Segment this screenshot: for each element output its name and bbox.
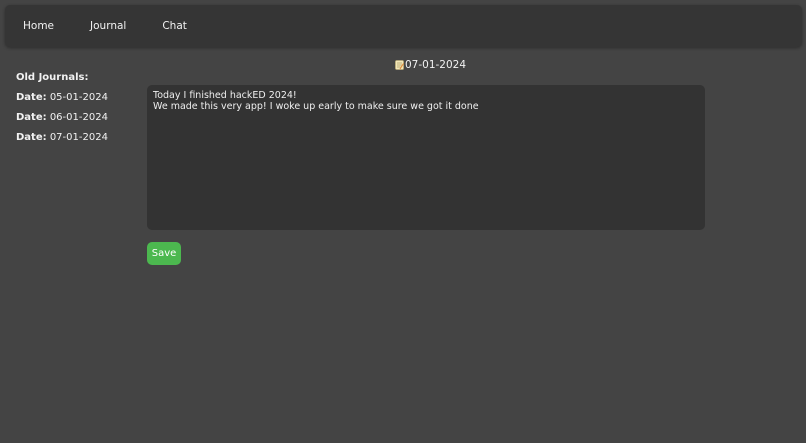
entry-date-value: 05-01-2024 [49, 92, 108, 103]
journal-entry[interactable]: Date: 06-01-2024 [16, 112, 136, 123]
save-button[interactable]: Save [147, 242, 181, 265]
journal-entry[interactable]: Date: 07-01-2024 [16, 132, 136, 143]
entry-date-label: Date: [16, 112, 47, 123]
journal-entry[interactable]: Date: 05-01-2024 [16, 92, 136, 103]
current-date-text: 07-01-2024 [405, 59, 467, 71]
nav-home-link[interactable]: Home [23, 20, 54, 32]
old-journals-sidebar: Old Journals: Date: 05-01-2024 Date: 06-… [16, 72, 136, 152]
nav-journal-link[interactable]: Journal [90, 20, 126, 32]
journal-text-editor[interactable]: Today I finished hackED 2024! We made th… [147, 85, 705, 230]
old-journals-title: Old Journals: [16, 72, 89, 83]
current-journal-date: 07-01-2024 [395, 59, 466, 71]
entry-date-value: 06-01-2024 [49, 112, 108, 123]
entry-date-label: Date: [16, 92, 47, 103]
entry-date-label: Date: [16, 132, 47, 143]
memo-icon [395, 60, 404, 70]
navbar: Home Journal Chat [5, 5, 802, 47]
entry-date-value: 07-01-2024 [49, 132, 108, 143]
nav-chat-link[interactable]: Chat [162, 20, 187, 32]
